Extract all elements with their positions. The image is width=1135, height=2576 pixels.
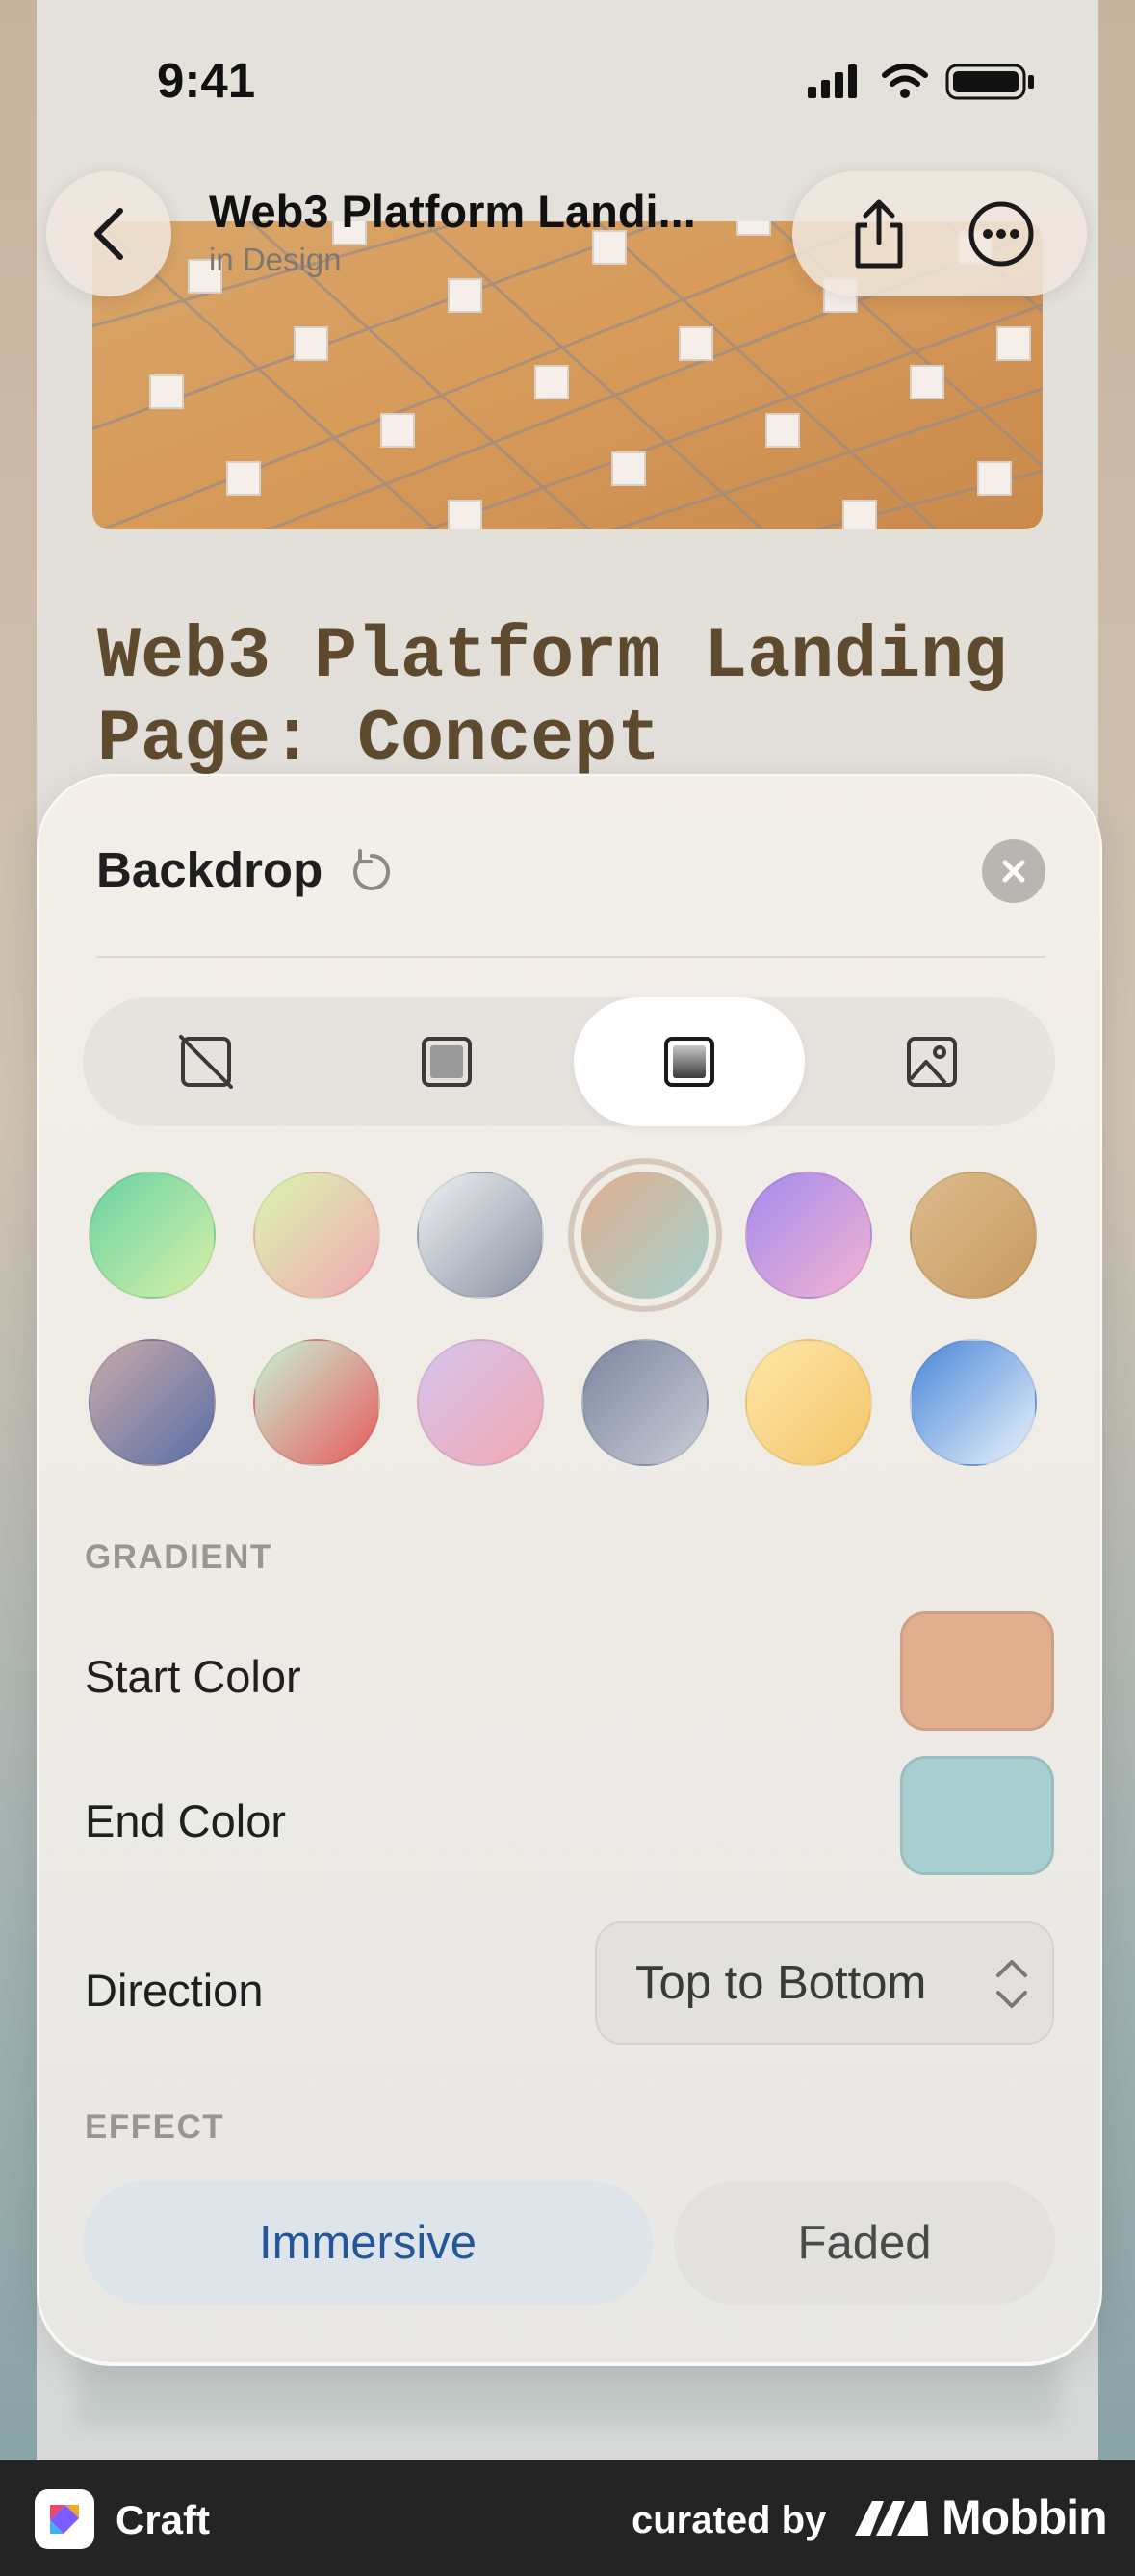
gradient-swatch[interactable] (417, 1172, 545, 1299)
gradient-icon (664, 1037, 714, 1087)
gradient-swatch[interactable] (89, 1339, 216, 1466)
battery-icon (945, 64, 1034, 100)
no-backdrop-icon (179, 1035, 233, 1089)
share-button[interactable] (840, 195, 917, 272)
start-color-well[interactable] (900, 1611, 1054, 1731)
sheet-title: Backdrop (96, 842, 323, 897)
gradient-swatch[interactable] (580, 1172, 709, 1299)
direction-select[interactable]: Top to Bottom (595, 1921, 1054, 2045)
backdrop-sheet: Backdrop GRADIENT Start Color End Color … (37, 774, 1102, 2366)
gradient-swatch[interactable] (252, 1172, 380, 1299)
wifi-icon (882, 64, 928, 87)
effect-immersive-label: Immersive (259, 2217, 477, 2269)
gradient-swatch[interactable] (580, 1339, 709, 1466)
chevron-left-icon (94, 208, 123, 260)
document-title-line-2: Page: Concept (97, 699, 661, 781)
gradient-swatch[interactable] (910, 1172, 1037, 1299)
nav-titles: Web3 Platform Landi... in Design (209, 185, 696, 278)
gradient-swatch[interactable] (417, 1339, 545, 1466)
effect-faded-button[interactable]: Faded (674, 2181, 1055, 2305)
folder-subtitle: in Design (209, 242, 342, 277)
divider (96, 956, 1045, 958)
end-color-well[interactable] (900, 1756, 1054, 1875)
status-bar: 9:41 (0, 0, 1135, 164)
close-button[interactable] (982, 839, 1045, 903)
nav-actions (792, 171, 1087, 296)
solid-color-icon (422, 1037, 472, 1087)
effect-immersive-button[interactable]: Immersive (83, 2181, 653, 2305)
direction-label: Direction (85, 1965, 264, 2016)
mobbin-brand-name: Mobbin (942, 2490, 1108, 2544)
close-icon (1002, 860, 1025, 883)
end-color-label: End Color (85, 1795, 286, 1846)
gradient-swatch[interactable] (252, 1339, 380, 1466)
segment-solid[interactable] (331, 997, 562, 1126)
start-color-label: Start Color (85, 1651, 301, 1702)
document-title: Web3 Platform Landing Page: Concept (97, 616, 1060, 782)
segment-image[interactable] (816, 997, 1047, 1126)
craft-app-icon (35, 2489, 94, 2549)
document-title-line-1: Web3 Platform Landing (97, 616, 1008, 698)
direction-value: Top to Bottom (635, 1957, 927, 2009)
status-time: 9:41 (157, 53, 256, 108)
image-icon (907, 1037, 957, 1087)
segment-gradient[interactable] (574, 997, 805, 1126)
brand-bar: Craft curated by Mobbin (0, 2460, 1135, 2576)
share-icon (855, 199, 903, 269)
gradient-swatch[interactable] (745, 1339, 873, 1466)
gradient-section-label: GRADIENT (85, 1538, 272, 1576)
effect-section-label: EFFECT (85, 2108, 225, 2146)
gradient-swatch[interactable] (89, 1172, 216, 1299)
gradient-swatch[interactable] (745, 1172, 873, 1299)
document-nav-title: Web3 Platform Landi... (209, 186, 696, 237)
chevron-up-down-icon (996, 1960, 1027, 2008)
effect-faded-label: Faded (797, 2217, 932, 2269)
status-icons (808, 62, 1039, 105)
mobbin-logo-icon (855, 2501, 928, 2536)
segment-none[interactable] (90, 997, 322, 1126)
gradient-swatch[interactable] (910, 1339, 1037, 1466)
more-ellipsis-icon (968, 201, 1034, 267)
app-name: Craft (116, 2497, 211, 2542)
cellular-signal-icon (808, 64, 857, 98)
curated-by-label: curated by (632, 2499, 827, 2541)
reset-icon (353, 849, 391, 890)
backdrop-type-segmented-control (83, 997, 1055, 1126)
reset-button[interactable] (347, 847, 395, 895)
more-button[interactable] (963, 195, 1040, 272)
back-button[interactable] (46, 171, 171, 296)
